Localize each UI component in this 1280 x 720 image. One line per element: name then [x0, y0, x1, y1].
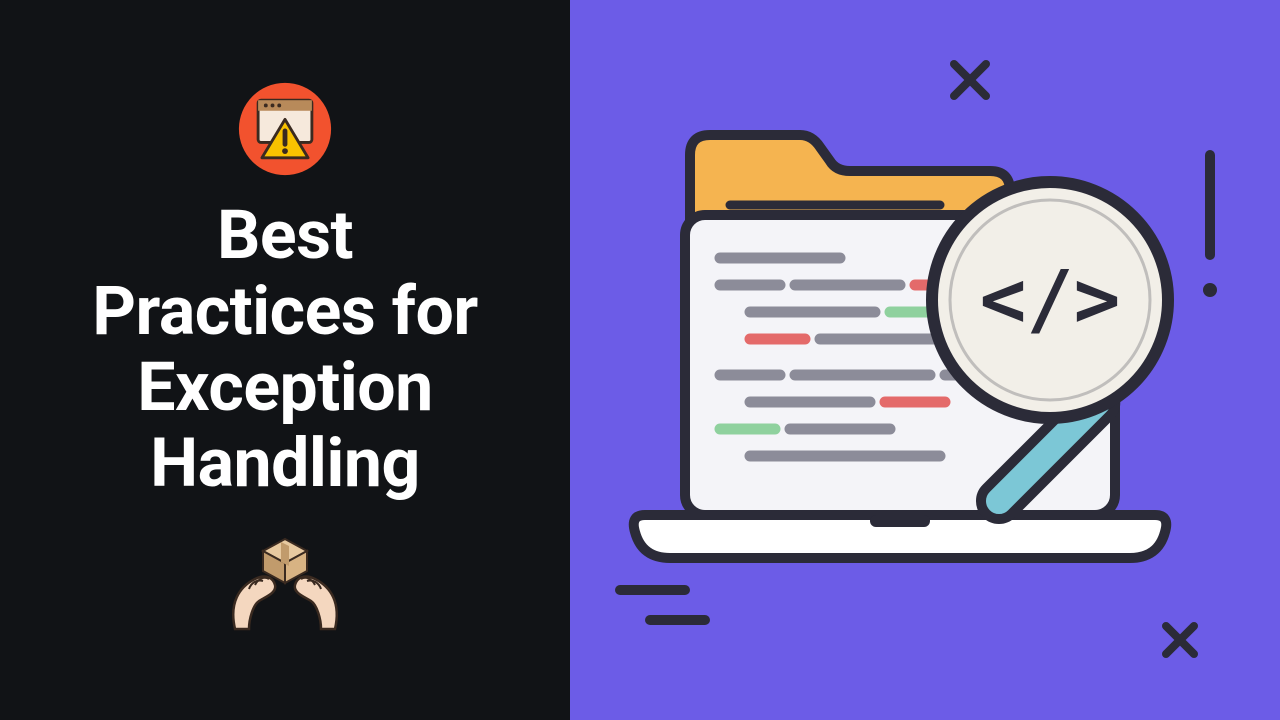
code-tag-glyph: </> [980, 255, 1121, 345]
illustration-panel: .stk{stroke:#2B2B38;stroke-width:10;stro… [570, 0, 1280, 720]
slide-title: Best Practices for Exception Handling [92, 197, 478, 502]
title-line: Handling [150, 423, 420, 503]
accent-dot [1203, 283, 1217, 297]
warning-window-icon [237, 81, 333, 177]
title-panel: Best Practices for Exception Handling [0, 0, 570, 720]
laptop-code-magnifier-illustration: .stk{stroke:#2B2B38;stroke-width:10;stro… [570, 0, 1280, 720]
sparkle-x-icon [954, 64, 986, 96]
hands-box-icon [225, 529, 345, 639]
title-line: Practices for [92, 271, 478, 351]
title-line: Exception [137, 347, 433, 427]
title-line: Best [217, 195, 353, 275]
thumbnail-slide: Best Practices for Exception Handling [0, 0, 1280, 720]
sparkle-x-icon [1166, 626, 1194, 654]
